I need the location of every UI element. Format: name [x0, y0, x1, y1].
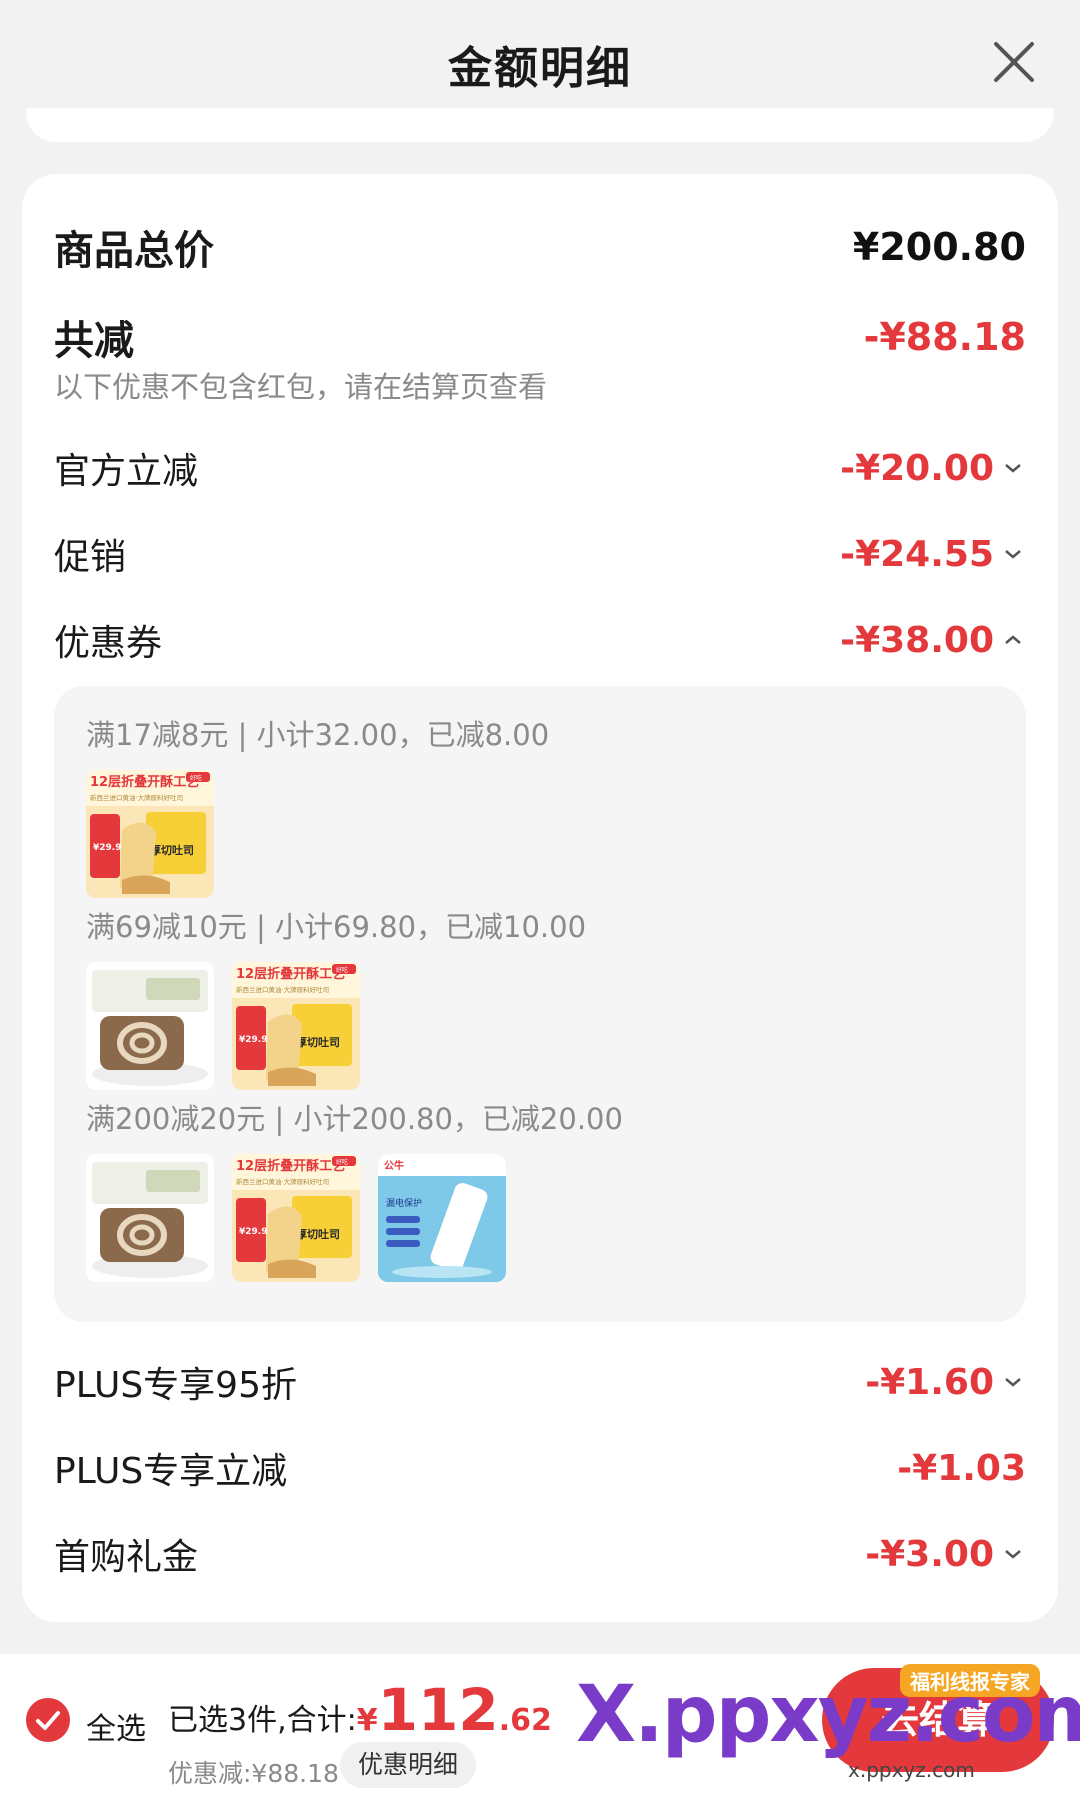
check-icon — [36, 1711, 60, 1730]
discount-row-first-purchase[interactable]: 首购礼金 -¥3.00 — [54, 1528, 1026, 1580]
currency-symbol: ¥ — [356, 1703, 378, 1738]
svg-text:厚切吐司: 厚切吐司 — [296, 1227, 340, 1241]
discount-label: PLUS专享立减 — [54, 1451, 288, 1492]
discount-value: -¥1.60 — [865, 1362, 1026, 1403]
discount-row-promotion[interactable]: 促销 -¥24.55 — [54, 528, 1026, 580]
svg-text:¥29.9: ¥29.9 — [93, 843, 121, 853]
select-all-checkbox[interactable] — [26, 1698, 70, 1742]
svg-text:12层折叠开酥工艺: 12层折叠开酥工艺 — [90, 774, 199, 790]
price-breakdown-card: 商品总价 ¥200.80 共减 -¥88.18 以下优惠不包含红包，请在结算页查… — [22, 174, 1058, 1622]
site-watermark: 福利线报专家 X.ppxyz.com x.ppxyz.com — [576, 1664, 1080, 1784]
total-price-label: 商品总价 — [54, 228, 214, 274]
select-all-label[interactable]: 全选 — [86, 1704, 146, 1748]
svg-text:公牛: 公牛 — [384, 1159, 404, 1172]
total-reduce-row: 共减 -¥88.18 — [54, 308, 1026, 366]
reduce-note: 以下优惠不包含红包，请在结算页查看 — [54, 370, 548, 404]
total-integer: 112 — [377, 1676, 499, 1744]
discount-row-plus95[interactable]: PLUS专享95折 -¥1.60 — [54, 1356, 1026, 1408]
product-thumb-swirl-bread[interactable] — [86, 962, 214, 1090]
svg-text:厚切吐司: 厚切吐司 — [296, 1035, 340, 1049]
discount-label: 优惠券 — [54, 623, 163, 664]
coupon-detail-box: 满17减8元 | 小计32.00，已减8.00 12层折叠开酥工艺 新西兰进口黄… — [54, 686, 1026, 1322]
discount-row-plus-reduce: PLUS专享立减 -¥1.03 — [54, 1442, 1026, 1494]
chevron-down-icon — [1005, 1378, 1021, 1387]
discount-value: -¥38.00 — [840, 620, 1026, 661]
discount-label: 首购礼金 — [54, 1537, 199, 1578]
svg-text:新西兰进口黄油·大牌原料好吐司: 新西兰进口黄油·大牌原料好吐司 — [236, 985, 329, 994]
svg-text:漏电保护: 漏电保护 — [386, 1197, 422, 1209]
selected-count-text: 已选3件,合计: — [168, 1703, 357, 1738]
chevron-down-icon — [1005, 1550, 1021, 1559]
coupon-rule: 满17减8元 | 小计32.00，已减8.00 — [86, 718, 550, 752]
toast-product-image: 12层折叠开酥工艺 新西兰进口黄油·大牌原料好吐司 好吃 厚切吐司 ¥29.9 — [232, 962, 360, 1090]
sheet-header: 金额明细 — [0, 0, 1080, 120]
discount-detail-button[interactable]: 优惠明细 — [340, 1742, 477, 1788]
toast-product-image: 12层折叠开酥工艺 新西兰进口黄油·大牌原料好吐司 好吃 厚切吐司 ¥29.9 — [86, 770, 214, 898]
svg-text:好吃: 好吃 — [336, 1158, 348, 1166]
coupon-rule: 满200减20元 | 小计200.80，已减20.00 — [86, 1102, 623, 1136]
total-decimal: .62 — [498, 1703, 552, 1738]
svg-text:¥29.9: ¥29.9 — [239, 1227, 267, 1237]
discount-value: -¥24.55 — [840, 534, 1026, 575]
swirl-bread-image — [86, 962, 214, 1090]
watermark-url: x.ppxyz.com — [848, 1758, 975, 1782]
total-price-value: ¥200.80 — [852, 225, 1026, 269]
chevron-up-icon — [1005, 635, 1021, 644]
power-strip-image: 公牛 漏电保护 — [378, 1154, 506, 1282]
discount-value: -¥20.00 — [840, 448, 1026, 489]
swirl-bread-image — [86, 1154, 214, 1282]
discount-label: 促销 — [54, 537, 127, 578]
total-reduce-label: 共减 — [54, 318, 134, 364]
close-button[interactable] — [990, 38, 1038, 86]
discount-row-coupon[interactable]: 优惠券 -¥38.00 — [54, 614, 1026, 666]
order-total: 已选3件,合计: ¥ 112 .62 — [168, 1676, 552, 1744]
chevron-down-icon — [1005, 464, 1021, 473]
chevron-down-icon — [1005, 550, 1021, 559]
product-thumb-toast[interactable]: 12层折叠开酥工艺 新西兰进口黄油·大牌原料好吐司 好吃 厚切吐司 ¥29.9 — [232, 1154, 360, 1282]
product-thumb-toast[interactable]: 12层折叠开酥工艺 新西兰进口黄油·大牌原料好吐司 好吃 厚切吐司 ¥29.9 — [232, 962, 360, 1090]
total-price-row: 商品总价 ¥200.80 — [54, 218, 1026, 276]
product-thumb-swirl-bread[interactable] — [86, 1154, 214, 1282]
sheet-title: 金额明细 — [448, 43, 632, 94]
svg-text:好吃: 好吃 — [336, 966, 348, 974]
watermark-logo: X.ppxyz.com — [576, 1670, 1080, 1760]
product-thumb-toast[interactable]: 12层折叠开酥工艺 新西兰进口黄油·大牌原料好吐司 好吃 厚切吐司 ¥29.9 — [86, 770, 214, 898]
discount-row-official[interactable]: 官方立减 -¥20.00 — [54, 442, 1026, 494]
discount-value: -¥1.03 — [897, 1447, 1026, 1489]
svg-text:¥29.9: ¥29.9 — [239, 1035, 267, 1045]
discount-value: -¥3.00 — [865, 1534, 1026, 1575]
product-thumb-power-strip[interactable]: 公牛 漏电保护 — [378, 1154, 506, 1282]
svg-text:新西兰进口黄油·大牌原料好吐司: 新西兰进口黄油·大牌原料好吐司 — [90, 793, 183, 802]
discount-label: 官方立减 — [54, 451, 199, 492]
amount-detail-sheet: 金额明细 商品总价 ¥200.80 共减 -¥88.18 以下优惠不包含红包，请… — [0, 0, 1080, 1797]
svg-text:好吃: 好吃 — [190, 774, 202, 782]
toast-product-image: 12层折叠开酥工艺 新西兰进口黄油·大牌原料好吐司 好吃 厚切吐司 ¥29.9 — [232, 1154, 360, 1282]
coupon-rule: 满69减10元 | 小计69.80，已减10.00 — [86, 910, 587, 944]
close-icon — [994, 42, 1034, 82]
previous-card-edge — [26, 108, 1054, 142]
svg-text:12层折叠开酥工艺: 12层折叠开酥工艺 — [236, 1158, 345, 1174]
svg-text:12层折叠开酥工艺: 12层折叠开酥工艺 — [236, 966, 345, 982]
svg-text:厚切吐司: 厚切吐司 — [150, 843, 194, 857]
discount-label: PLUS专享95折 — [54, 1365, 297, 1406]
svg-text:新西兰进口黄油·大牌原料好吐司: 新西兰进口黄油·大牌原料好吐司 — [236, 1177, 329, 1186]
total-reduce-value: -¥88.18 — [863, 315, 1026, 359]
discount-summary: 优惠减:¥88.18 — [168, 1759, 339, 1788]
